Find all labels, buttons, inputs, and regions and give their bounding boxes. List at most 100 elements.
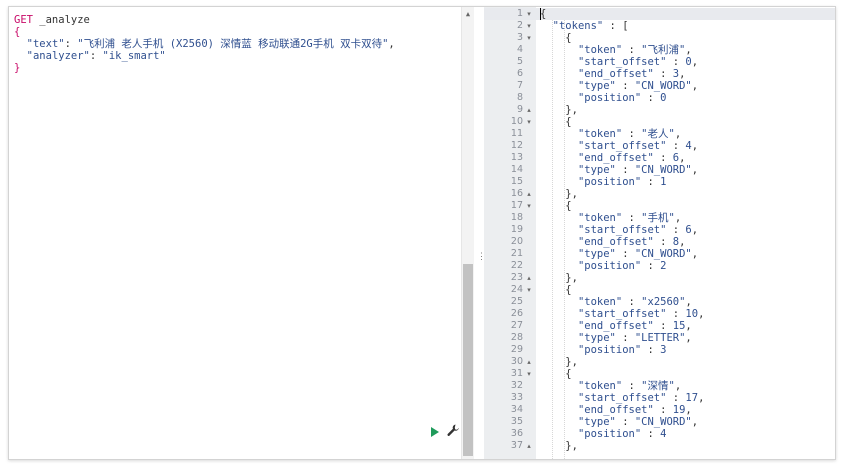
json-value: 10 <box>685 308 699 320</box>
json-punctuation: { <box>540 284 572 296</box>
json-key: "start_offset" <box>577 140 667 152</box>
json-key: "position" <box>577 344 642 356</box>
fold-collapse-icon[interactable]: ▾ <box>525 20 533 32</box>
response-line: { <box>540 32 571 44</box>
response-line: "position" : 4 <box>577 428 667 440</box>
response-line: "start_offset" : 10, <box>577 308 705 320</box>
json-key: "type" <box>577 164 616 176</box>
json-key: "position" <box>577 260 642 272</box>
request-editor[interactable]: GET _analyze { "text": "飞利浦 老人手机 (X2560)… <box>9 7 461 459</box>
json-comma: , <box>679 236 686 248</box>
editor-scrollbar[interactable]: ▲ <box>461 7 474 459</box>
json-key: "type" <box>577 332 616 344</box>
json-value: "CN_WORD" <box>634 164 692 176</box>
scroll-up-icon[interactable]: ▲ <box>462 9 474 19</box>
json-value: "LETTER" <box>634 332 686 344</box>
json-key: "token" <box>577 380 623 392</box>
fold-collapse-icon[interactable]: ▾ <box>525 32 533 44</box>
line-number: 24 <box>510 284 523 295</box>
json-comma: , <box>691 224 699 236</box>
json-value: "飞利浦" <box>641 44 686 56</box>
json-key: "start_offset" <box>577 224 667 236</box>
line-number: 26 <box>510 308 523 319</box>
line-number: 19 <box>510 224 523 235</box>
line-number: 12 <box>510 140 523 151</box>
fold-expand-icon[interactable]: ▴ <box>525 104 533 116</box>
fold-collapse-icon[interactable]: ▾ <box>525 8 533 20</box>
response-line: "token" : "x2560", <box>577 296 692 308</box>
line-number: 35 <box>510 416 523 427</box>
json-value: 1 <box>660 176 667 188</box>
line-number: 5 <box>516 56 523 67</box>
fold-expand-icon[interactable]: ▴ <box>525 272 533 284</box>
line-number: 25 <box>510 296 523 307</box>
run-request-icon[interactable] <box>431 427 439 437</box>
wrench-icon[interactable] <box>446 423 460 439</box>
response-line: { <box>540 284 572 296</box>
response-line: "position" : 0 <box>577 92 667 104</box>
json-separator: : <box>89 50 103 62</box>
line-number: 4 <box>516 44 523 55</box>
json-key: "start_offset" <box>577 392 667 404</box>
line-number: 31 <box>510 368 523 379</box>
json-punctuation: { <box>540 116 572 128</box>
line-number: 17 <box>510 200 523 211</box>
json-comma: , <box>685 296 692 308</box>
close-brace: } <box>14 62 21 74</box>
json-key: "text" <box>26 38 65 50</box>
json-comma: , <box>691 56 699 68</box>
response-line: "end_offset" : 15, <box>577 320 692 332</box>
json-comma: , <box>698 308 705 320</box>
response-line: "tokens" : [ <box>540 20 629 32</box>
json-value: 0 <box>660 92 667 104</box>
line-number: 15 <box>510 176 523 187</box>
pane-resize-handle[interactable]: ⋮ <box>474 7 486 459</box>
response-line: "position" : 3 <box>577 344 667 356</box>
response-line: "token" : "飞利浦", <box>577 44 692 56</box>
json-key: "end_offset" <box>577 404 654 416</box>
fold-expand-icon[interactable]: ▴ <box>525 440 533 452</box>
json-value: "ik_smart" <box>102 50 166 62</box>
json-comma: , <box>691 80 699 92</box>
json-comma: , <box>698 392 705 404</box>
response-line: "end_offset" : 8, <box>577 236 686 248</box>
json-key: "position" <box>577 176 642 188</box>
editor-line: "text": "飞利浦 老人手机 (X2560) 深情蓝 移动联通2G手机 双… <box>14 38 395 50</box>
json-punctuation: }, <box>540 440 578 452</box>
json-comma: , <box>685 332 692 344</box>
line-number: 20 <box>510 236 523 247</box>
fold-collapse-icon[interactable]: ▾ <box>525 116 533 128</box>
json-key: "end_offset" <box>577 320 654 332</box>
response-line: "token" : "手机", <box>577 212 682 224</box>
response-line: { <box>540 116 572 128</box>
json-comma: , <box>691 140 699 152</box>
json-value: 17 <box>685 392 699 404</box>
text-cursor <box>540 8 541 20</box>
fold-collapse-icon[interactable]: ▾ <box>525 368 533 380</box>
fold-collapse-icon[interactable]: ▾ <box>525 284 533 296</box>
response-line: "token" : "老人", <box>577 128 682 140</box>
fold-expand-icon[interactable]: ▴ <box>525 188 533 200</box>
response-line: "type" : "CN_WORD", <box>577 80 699 92</box>
line-number: 14 <box>510 164 523 175</box>
endpoint-path: _analyze <box>32 14 90 26</box>
json-key: "token" <box>577 212 623 224</box>
json-value: "CN_WORD" <box>634 80 692 92</box>
json-punctuation: { <box>540 368 572 380</box>
response-line: { <box>540 368 572 380</box>
json-punctuation: }, <box>540 356 578 368</box>
line-number: 21 <box>510 248 523 259</box>
fold-expand-icon[interactable]: ▴ <box>525 356 533 368</box>
response-line: "type" : "LETTER", <box>577 332 692 344</box>
response-line: }, <box>540 104 578 116</box>
http-method: GET <box>14 14 33 26</box>
json-value: 4 <box>660 428 667 440</box>
scrollbar-thumb[interactable] <box>463 264 473 456</box>
json-value: "CN_WORD" <box>634 248 692 260</box>
json-comma: , <box>691 416 699 428</box>
fold-collapse-icon[interactable]: ▾ <box>525 200 533 212</box>
json-value: "飞利浦 老人手机 (X2560) 深情蓝 移动联通2G手机 双卡双待" <box>77 38 389 50</box>
json-punctuation: }, <box>540 104 578 116</box>
editor-line: { <box>14 26 20 38</box>
response-viewer[interactable]: 1 ▾{2 ▾ "tokens" : [3 ▾ {4 "token" : "飞利浦",… <box>484 7 835 459</box>
